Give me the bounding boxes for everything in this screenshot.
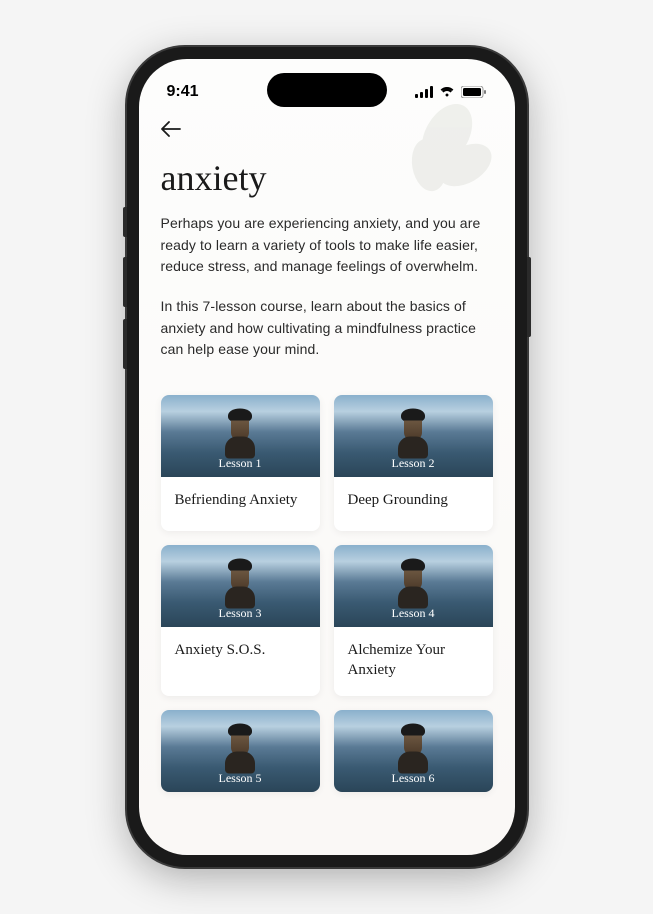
lesson-card-1[interactable]: Lesson 1 Befriending Anxiety	[161, 395, 320, 531]
lesson-title: Anxiety S.O.S.	[161, 627, 320, 681]
lesson-image: Lesson 5	[161, 710, 320, 792]
lesson-image: Lesson 2	[334, 395, 493, 477]
lesson-card-5[interactable]: Lesson 5	[161, 710, 320, 792]
phone-device-frame: 9:41	[127, 47, 527, 867]
lesson-number-label: Lesson 5	[219, 771, 262, 786]
person-silhouette	[396, 409, 430, 459]
lesson-title: Befriending Anxiety	[161, 477, 320, 531]
lesson-number-label: Lesson 4	[392, 606, 435, 621]
cellular-icon	[415, 86, 433, 98]
app-screen: 9:41	[139, 59, 515, 855]
intro-paragraph-1: Perhaps you are experiencing anxiety, an…	[161, 213, 493, 278]
lesson-image: Lesson 6	[334, 710, 493, 792]
lesson-card-4[interactable]: Lesson 4 Alchemize Your Anxiety	[334, 545, 493, 696]
lesson-number-label: Lesson 2	[392, 456, 435, 471]
person-silhouette	[223, 409, 257, 459]
status-icons	[415, 86, 487, 98]
lesson-image: Lesson 3	[161, 545, 320, 627]
lesson-card-6[interactable]: Lesson 6	[334, 710, 493, 792]
arrow-left-icon	[161, 121, 181, 137]
page-title: anxiety	[161, 157, 493, 199]
lesson-title: Deep Grounding	[334, 477, 493, 531]
person-silhouette	[223, 724, 257, 774]
lesson-title: Alchemize Your Anxiety	[334, 627, 493, 696]
wifi-icon	[439, 86, 455, 98]
person-silhouette	[396, 559, 430, 609]
lessons-grid: Lesson 1 Befriending Anxiety Lesson 2 De…	[161, 395, 493, 792]
battery-icon	[461, 86, 487, 98]
intro-paragraph-2: In this 7-lesson course, learn about the…	[161, 296, 493, 361]
status-time: 9:41	[167, 83, 199, 101]
lesson-card-2[interactable]: Lesson 2 Deep Grounding	[334, 395, 493, 531]
back-button[interactable]	[161, 117, 185, 141]
dynamic-island	[267, 73, 387, 107]
lesson-number-label: Lesson 3	[219, 606, 262, 621]
lesson-image: Lesson 4	[334, 545, 493, 627]
person-silhouette	[223, 559, 257, 609]
person-silhouette	[396, 724, 430, 774]
lesson-image: Lesson 1	[161, 395, 320, 477]
lesson-number-label: Lesson 6	[392, 771, 435, 786]
lesson-card-3[interactable]: Lesson 3 Anxiety S.O.S.	[161, 545, 320, 696]
lesson-number-label: Lesson 1	[219, 456, 262, 471]
